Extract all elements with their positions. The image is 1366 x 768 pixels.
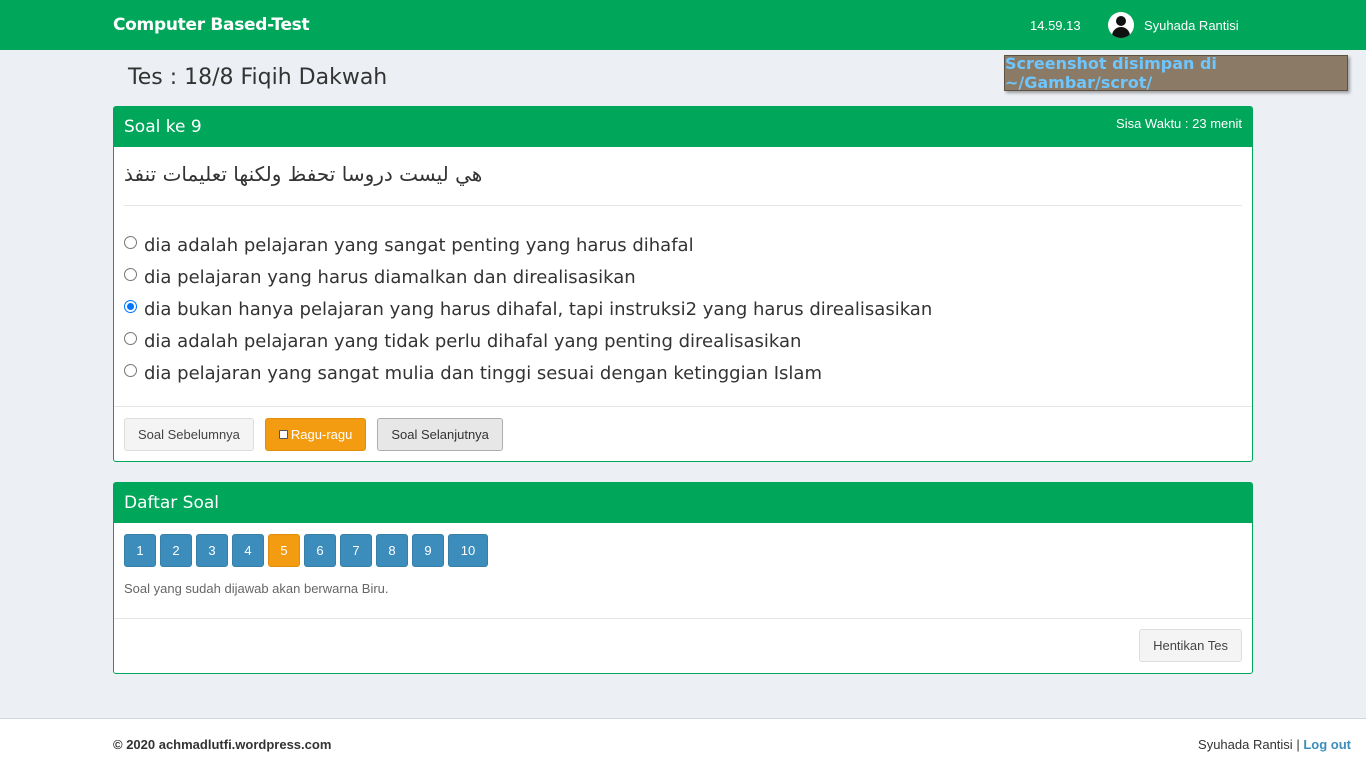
answer-label: dia adalah pelajaran yang tidak perlu di… — [144, 330, 802, 352]
clock: 14.59.13 — [1030, 18, 1081, 33]
page-title: Tes : 18/8 Fiqih Dakwah — [128, 65, 388, 90]
question-number-button[interactable]: 8 — [376, 534, 408, 567]
question-number-button[interactable]: 6 — [304, 534, 336, 567]
footer-user-name: Syuhada Rantisi — [1198, 737, 1293, 752]
answer-label: dia bukan hanya pelajaran yang harus dih… — [144, 298, 933, 320]
footer: © 2020 achmadlutfi.wordpress.com Syuhada… — [0, 718, 1366, 768]
question-number-button[interactable]: 2 — [160, 534, 192, 567]
stop-test-button[interactable]: Hentikan Tes — [1139, 629, 1242, 662]
question-number-button[interactable]: 4 — [232, 534, 264, 567]
answer-option[interactable]: dia adalah pelajaran yang tidak perlu di… — [124, 325, 932, 357]
answer-options: dia adalah pelajaran yang sangat penting… — [124, 229, 932, 389]
divider — [114, 406, 1252, 407]
question-number-button[interactable]: 3 — [196, 534, 228, 567]
footer-separator: | — [1296, 737, 1300, 752]
question-number-list: 1 2 3 4 5 6 7 8 9 10 — [124, 534, 488, 567]
question-actions: Soal Sebelumnya Ragu-ragu Soal Selanjutn… — [124, 418, 503, 451]
app-brand[interactable]: Computer Based-Test — [113, 15, 310, 35]
answer-option[interactable]: dia pelajaran yang harus diamalkan dan d… — [124, 261, 932, 293]
answer-option[interactable]: dia pelajaran yang sangat mulia dan ting… — [124, 357, 932, 389]
answer-option[interactable]: dia bukan hanya pelajaran yang harus dih… — [124, 293, 932, 325]
radio-button[interactable] — [124, 267, 137, 281]
question-panel-header: Soal ke 9 Sisa Waktu : 23 menit — [114, 107, 1252, 147]
doubt-checkbox[interactable] — [278, 430, 288, 439]
previous-question-button[interactable]: Soal Sebelumnya — [124, 418, 254, 451]
answer-label: dia adalah pelajaran yang sangat penting… — [144, 234, 694, 256]
radio-button[interactable] — [124, 331, 137, 345]
question-list-header: Daftar Soal — [114, 483, 1252, 523]
question-number-button[interactable]: 9 — [412, 534, 444, 567]
radio-button-selected[interactable] — [124, 299, 137, 313]
question-list-title: Daftar Soal — [124, 493, 220, 513]
answer-label: dia pelajaran yang sangat mulia dan ting… — [144, 362, 822, 384]
remaining-time: Sisa Waktu : 23 menit — [1116, 116, 1242, 131]
question-number-button[interactable]: 10 — [448, 534, 488, 567]
divider — [114, 618, 1252, 619]
logout-link[interactable]: Log out — [1303, 737, 1351, 752]
radio-button[interactable] — [124, 363, 137, 377]
question-list-panel: Daftar Soal 1 2 3 4 5 6 7 8 9 10 Soal ya… — [113, 482, 1253, 674]
copyright: © 2020 achmadlutfi.wordpress.com — [113, 737, 332, 752]
doubt-button[interactable]: Ragu-ragu — [264, 418, 367, 451]
footer-user-info: Syuhada Rantisi | Log out — [1198, 737, 1351, 752]
user-name: Syuhada Rantisi — [1144, 17, 1239, 33]
question-number-button[interactable]: 7 — [340, 534, 372, 567]
question-number-button[interactable]: 1 — [124, 534, 156, 567]
answer-option[interactable]: dia adalah pelajaran yang sangat penting… — [124, 229, 932, 261]
user-avatar-icon — [1108, 12, 1134, 38]
question-text: هي ليست دروسا تحفظ ولكنها تعليمات تنفذ — [124, 162, 483, 186]
user-menu[interactable]: Syuhada Rantisi — [1108, 12, 1239, 38]
screenshot-notification: Screenshot disimpan di ~/Gambar/scrot/ — [1004, 54, 1348, 92]
divider — [124, 205, 1242, 206]
radio-button[interactable] — [124, 235, 137, 249]
question-number: Soal ke 9 — [124, 117, 202, 137]
question-number-button-flagged[interactable]: 5 — [268, 534, 300, 567]
top-navbar: Computer Based-Test 14.59.13 Syuhada Ran… — [0, 0, 1366, 50]
doubt-label: Ragu-ragu — [290, 427, 353, 442]
question-panel: Soal ke 9 Sisa Waktu : 23 menit هي ليست … — [113, 106, 1253, 462]
next-question-button[interactable]: Soal Selanjutnya — [377, 418, 503, 451]
answered-help-text: Soal yang sudah dijawab akan berwarna Bi… — [124, 581, 389, 596]
answer-label: dia pelajaran yang harus diamalkan dan d… — [144, 266, 636, 288]
